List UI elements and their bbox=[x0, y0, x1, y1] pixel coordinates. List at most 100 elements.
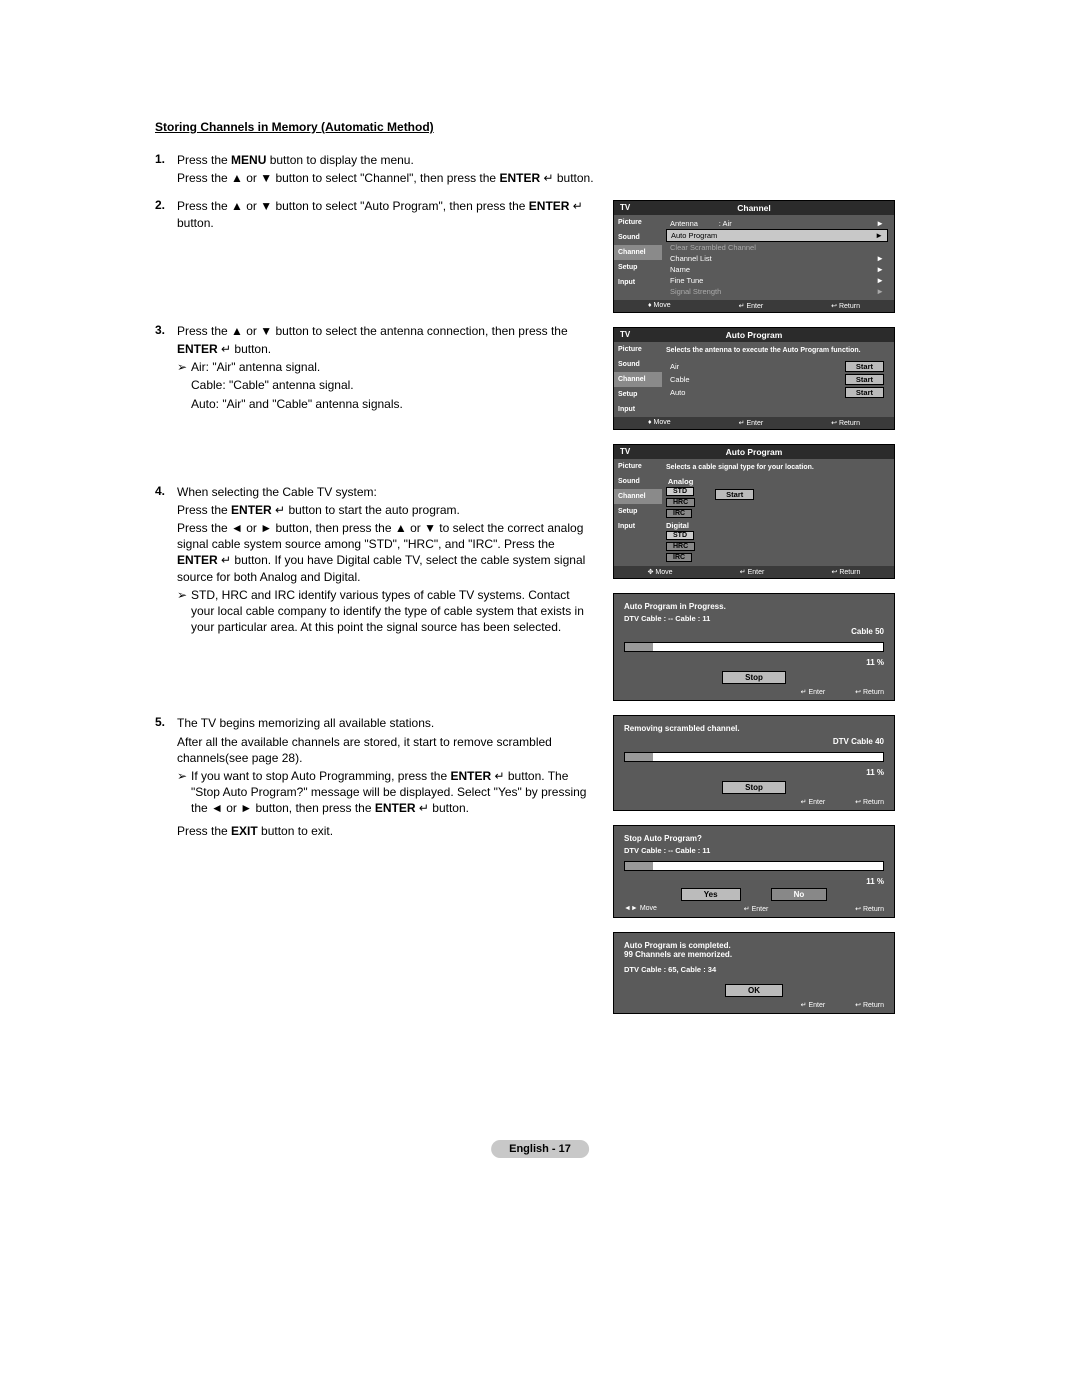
tv-label: TV bbox=[620, 203, 630, 212]
enter-ref: ENTER bbox=[231, 503, 272, 517]
stop-button[interactable]: Stop bbox=[722, 781, 786, 794]
step-3: 3. Press the ▲ or ▼ button to select the… bbox=[155, 323, 595, 414]
hint-enter: ↵ Enter bbox=[801, 688, 826, 696]
group-analog: Analog bbox=[666, 477, 695, 486]
tab-sound[interactable]: Sound bbox=[614, 230, 662, 245]
hint-return: ↩ Return bbox=[832, 568, 861, 576]
progress-bar bbox=[624, 752, 884, 762]
enter-icon: ↵ bbox=[419, 801, 429, 815]
osd-completed: Auto Program is completed. 99 Channels a… bbox=[613, 932, 895, 1014]
hint-return: ↩ Return bbox=[855, 798, 884, 806]
osd-title: Auto Program bbox=[726, 447, 783, 457]
enter-icon: ↵ bbox=[221, 553, 231, 567]
start-button[interactable]: Start bbox=[715, 489, 754, 500]
row-auto-program[interactable]: Auto Program► bbox=[666, 229, 888, 242]
note-icon: ➢ bbox=[177, 768, 191, 817]
no-button[interactable]: No bbox=[771, 888, 828, 901]
hint-move: ◄► Move bbox=[624, 905, 657, 913]
row-channel-list[interactable]: Channel List► bbox=[666, 253, 888, 264]
hint-enter: ↵ Enter bbox=[739, 302, 764, 310]
row-antenna[interactable]: Antenna : Air► bbox=[666, 218, 888, 229]
tab-sound[interactable]: Sound bbox=[614, 474, 662, 489]
row-clear-scrambled: Clear Scrambled Channel bbox=[666, 242, 888, 253]
tab-sound[interactable]: Sound bbox=[614, 357, 662, 372]
row-name[interactable]: Name► bbox=[666, 264, 888, 275]
opt-hrc[interactable]: HRC bbox=[666, 498, 695, 507]
yes-button[interactable]: Yes bbox=[681, 888, 741, 901]
enter-icon: ↵ bbox=[494, 769, 504, 783]
step-5: 5. The TV begins memorizing all availabl… bbox=[155, 715, 595, 840]
tab-picture[interactable]: Picture bbox=[614, 215, 662, 230]
opt-irc[interactable]: IRC bbox=[666, 553, 692, 562]
step-1: 1. Press the MENU button to display the … bbox=[155, 152, 595, 188]
tab-input[interactable]: Input bbox=[614, 519, 662, 534]
ok-button[interactable]: OK bbox=[725, 984, 783, 997]
tab-channel[interactable]: Channel bbox=[614, 372, 662, 387]
tab-picture[interactable]: Picture bbox=[614, 459, 662, 474]
text: Press the ▲ or ▼ button to select the an… bbox=[177, 323, 595, 339]
progress-cable: Cable 50 bbox=[851, 627, 884, 636]
opt-std[interactable]: STD bbox=[666, 531, 694, 540]
stop-button[interactable]: Stop bbox=[722, 671, 786, 684]
text: The TV begins memorizing all available s… bbox=[177, 715, 595, 731]
tv-label: TV bbox=[620, 330, 630, 339]
text: Press the bbox=[177, 503, 231, 517]
group-digital: Digital bbox=[666, 521, 888, 530]
tab-channel[interactable]: Channel bbox=[614, 245, 662, 260]
hint-return: ↩ Return bbox=[831, 302, 860, 310]
text: button to display the menu. bbox=[266, 153, 413, 167]
text: Cable: "Cable" antenna signal. bbox=[191, 377, 595, 393]
text: Press the bbox=[177, 824, 231, 838]
row-air[interactable]: AirStart bbox=[666, 360, 888, 373]
osd-removing-scrambled: Removing scrambled channel. DTV Cable 40… bbox=[613, 715, 895, 811]
row-fine-tune[interactable]: Fine Tune► bbox=[666, 275, 888, 286]
text: Press the bbox=[177, 153, 231, 167]
start-button[interactable]: Start bbox=[845, 387, 884, 398]
tab-setup[interactable]: Setup bbox=[614, 387, 662, 402]
osd-title: Stop Auto Program? bbox=[624, 834, 884, 843]
tv-label: TV bbox=[620, 447, 630, 456]
opt-hrc[interactable]: HRC bbox=[666, 542, 695, 551]
hint-return: ↩ Return bbox=[855, 1001, 884, 1009]
hint-enter: ↵ Enter bbox=[744, 905, 769, 913]
text: If you want to stop Auto Programming, pr… bbox=[191, 769, 450, 783]
hint-enter: ↵ Enter bbox=[739, 419, 764, 427]
tab-input[interactable]: Input bbox=[614, 402, 662, 417]
step-4: 4. When selecting the Cable TV system: P… bbox=[155, 484, 595, 636]
start-button[interactable]: Start bbox=[845, 374, 884, 385]
start-button[interactable]: Start bbox=[845, 361, 884, 372]
opt-irc[interactable]: IRC bbox=[666, 509, 692, 518]
enter-ref: ENTER bbox=[177, 553, 218, 567]
progress-percent: 11 % bbox=[866, 877, 884, 886]
tab-setup[interactable]: Setup bbox=[614, 260, 662, 275]
enter-ref: ENTER bbox=[177, 342, 221, 356]
step-number: 3. bbox=[155, 323, 177, 414]
osd-title: Auto Program is completed. bbox=[624, 941, 884, 950]
hint-move: ✥ Move bbox=[648, 568, 673, 576]
text: Press the ◄ or ► button, then press the … bbox=[177, 521, 583, 551]
section-heading: Storing Channels in Memory (Automatic Me… bbox=[155, 120, 925, 134]
row-signal-strength: Signal Strength► bbox=[666, 286, 888, 297]
tab-channel[interactable]: Channel bbox=[614, 489, 662, 504]
opt-std[interactable]: STD bbox=[666, 487, 694, 496]
osd-title: Channel bbox=[737, 203, 771, 213]
tab-input[interactable]: Input bbox=[614, 275, 662, 290]
hint-return: ↩ Return bbox=[855, 905, 884, 913]
enter-icon: ↵ bbox=[543, 171, 553, 185]
step-number: 1. bbox=[155, 152, 177, 188]
row-cable[interactable]: CableStart bbox=[666, 373, 888, 386]
progress-bar bbox=[624, 642, 884, 652]
text: Auto: "Air" and "Cable" antenna signals. bbox=[191, 396, 595, 412]
text: button. bbox=[231, 342, 271, 356]
tab-setup[interactable]: Setup bbox=[614, 504, 662, 519]
hint-move: ♦ Move bbox=[648, 302, 671, 310]
screens-column: TV Channel Picture Sound Channel Setup In… bbox=[613, 152, 895, 1014]
osd-stop-confirm: Stop Auto Program? DTV Cable : -- Cable … bbox=[613, 825, 895, 918]
tab-picture[interactable]: Picture bbox=[614, 342, 662, 357]
text: After all the available channels are sto… bbox=[177, 734, 595, 766]
row-auto[interactable]: AutoStart bbox=[666, 386, 888, 399]
enter-ref: ENTER bbox=[375, 801, 416, 815]
note-icon: ➢ bbox=[177, 587, 191, 636]
enter-icon: ↵ bbox=[221, 342, 231, 356]
osd-progress: Auto Program in Progress. DTV Cable : --… bbox=[613, 593, 895, 701]
